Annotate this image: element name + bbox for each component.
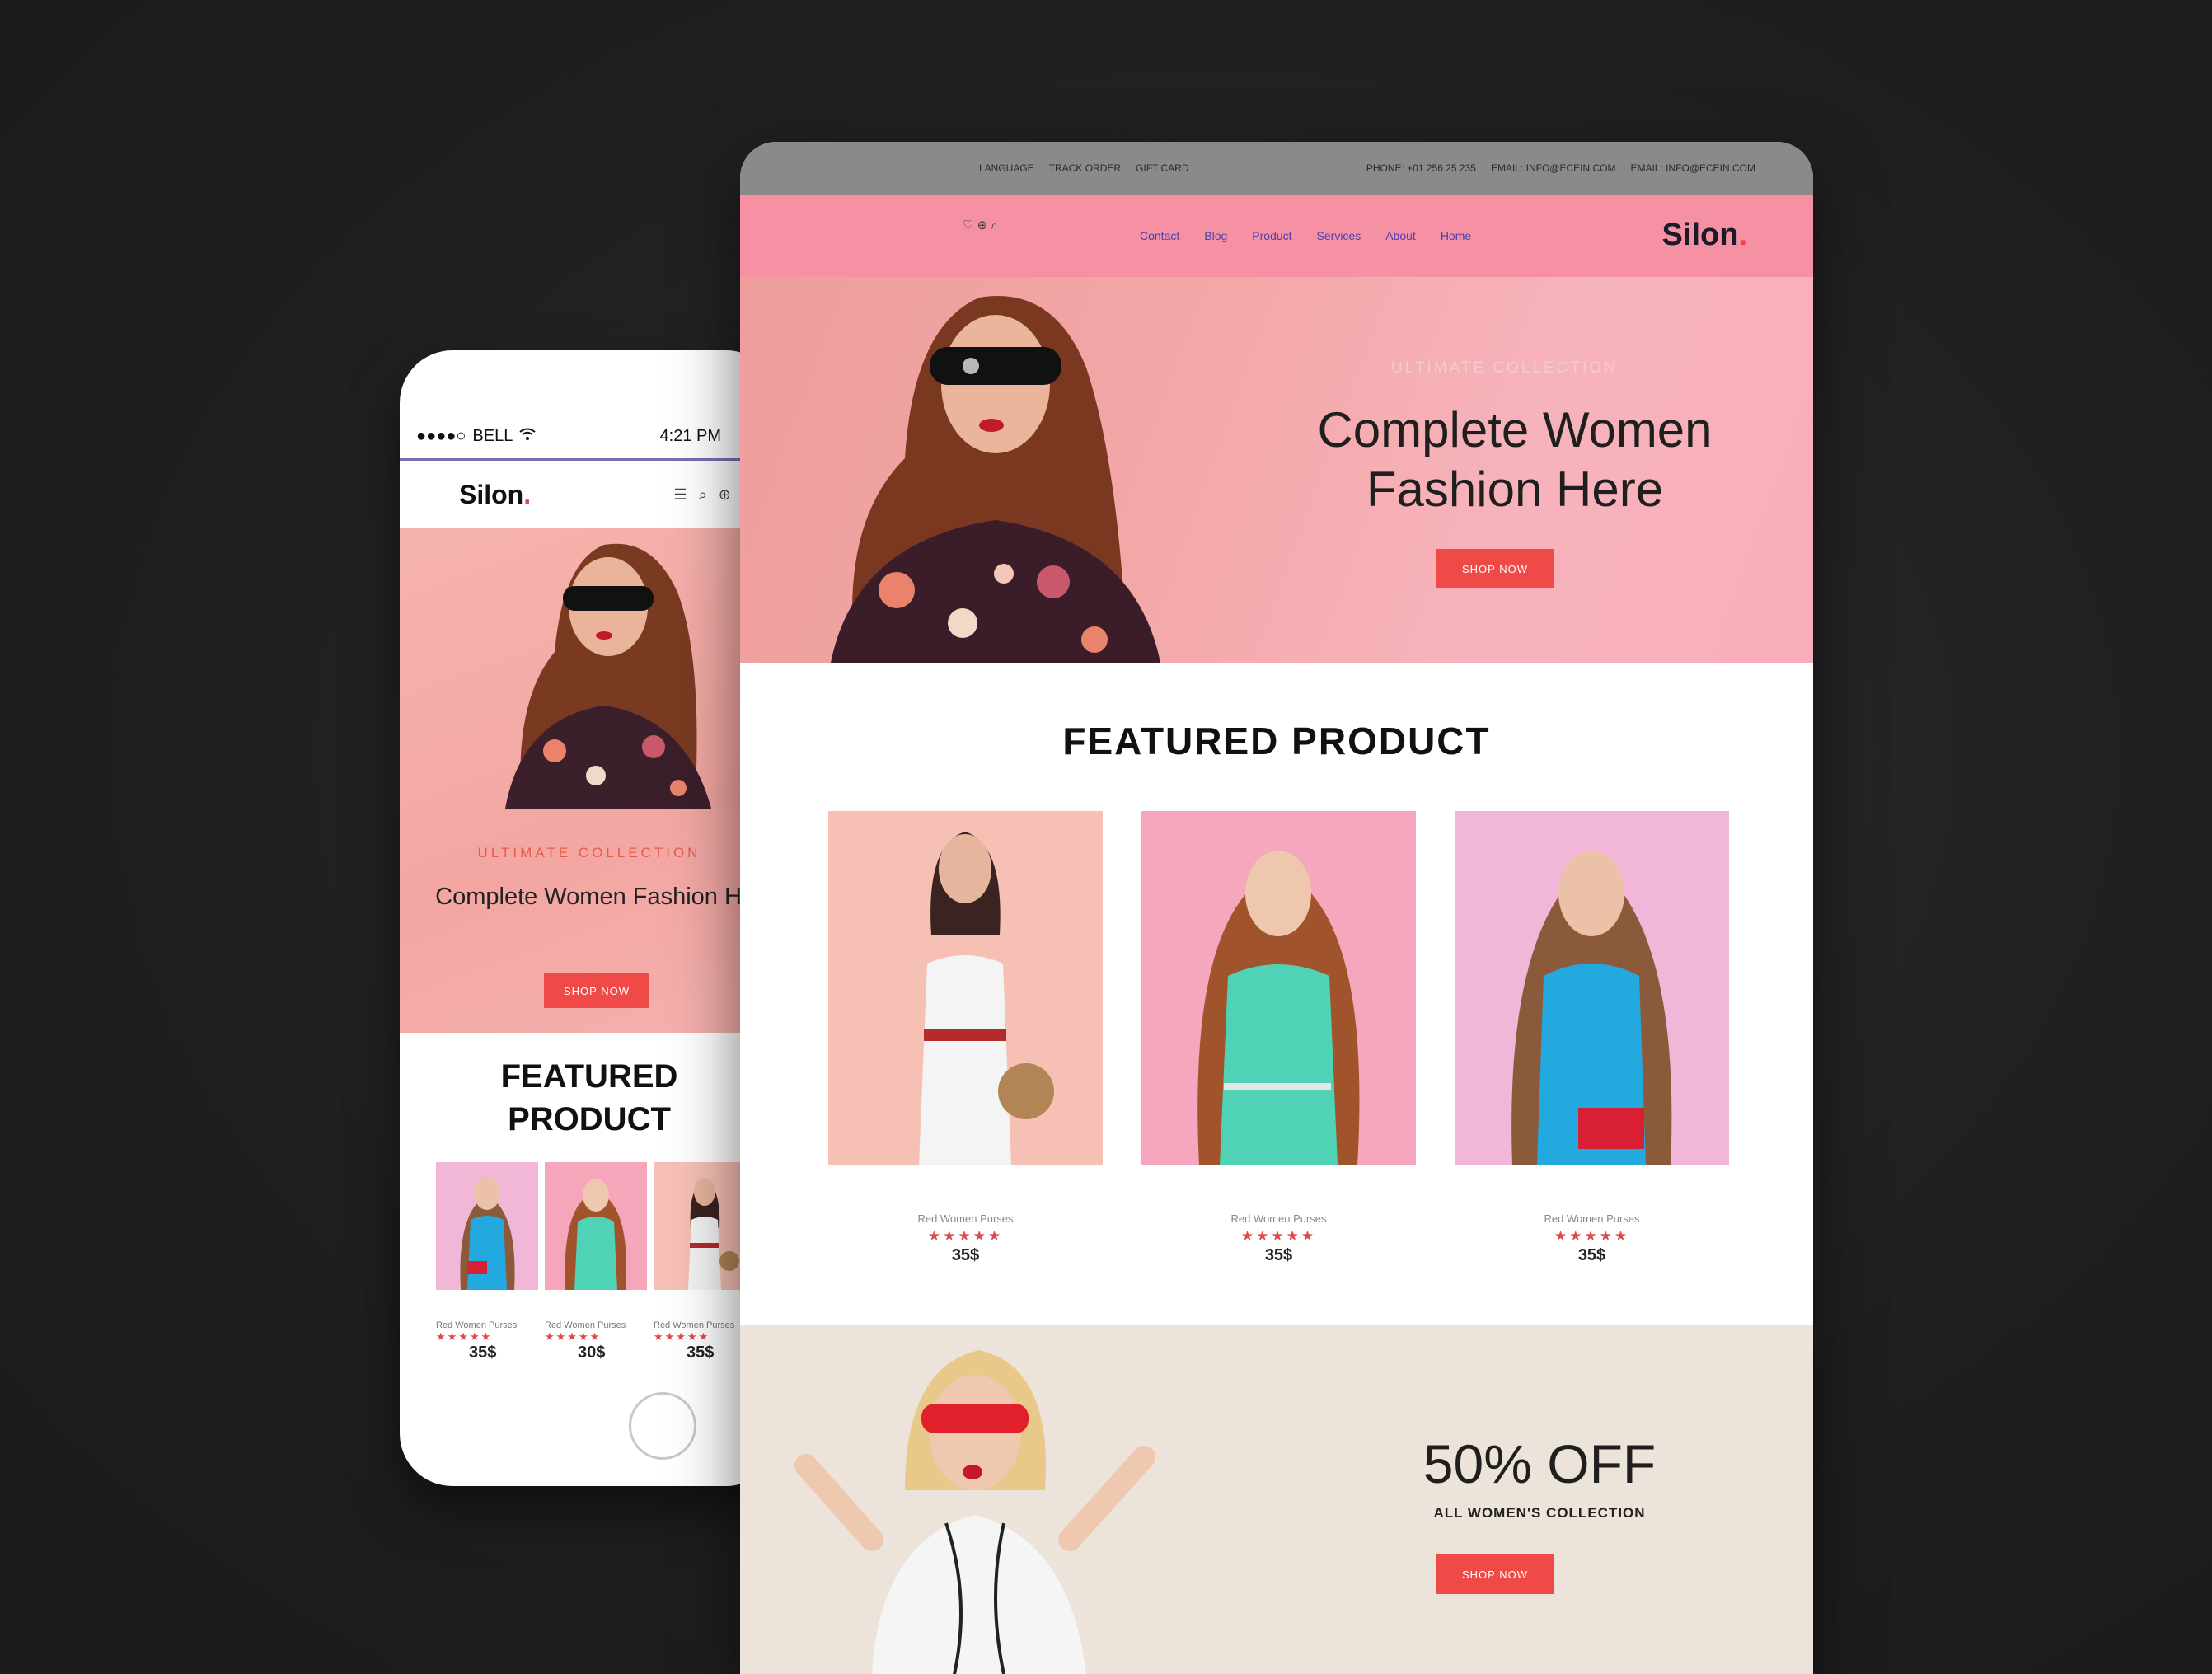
- product-image: [1141, 811, 1416, 1165]
- desktop-mockup: LANGUAGE TRACK ORDER GIFT CARD PHONE: +0…: [740, 142, 1813, 1674]
- gift-card-link[interactable]: GIFT CARD: [1136, 162, 1188, 174]
- phone-shop-now-button[interactable]: SHOP NOW: [544, 973, 649, 1008]
- track-order-link[interactable]: TRACK ORDER: [1049, 162, 1121, 174]
- promo-shop-now-button[interactable]: SHOP NOW: [1436, 1554, 1554, 1594]
- featured-title: FEATURED PRODUCT: [1062, 720, 1491, 762]
- phone-status-bar: ●●●●○ BELL 4:21 PM: [400, 415, 779, 461]
- product-card[interactable]: Red Women Purses ★★★★★ 35$: [828, 811, 1103, 1265]
- top-info-bar: LANGUAGE TRACK ORDER GIFT CARD PHONE: +0…: [740, 142, 1813, 195]
- phone-featured-title: FEATURED PRODUCT: [500, 1058, 678, 1137]
- star-rating: ★★★★★: [1554, 1228, 1630, 1244]
- wifi-icon: [519, 427, 536, 446]
- cart-icon[interactable]: ⊕: [719, 486, 731, 504]
- star-rating: ★★★★★: [436, 1330, 493, 1343]
- phone-logo-dot: .: [523, 479, 532, 509]
- product-price: 30$: [578, 1343, 606, 1362]
- phone-status-left: ●●●●○ BELL: [416, 427, 536, 446]
- hero-model-image: [505, 543, 711, 809]
- phone-number: PHONE: +01 256 25 235: [1366, 162, 1476, 174]
- product-name: Red Women Purses: [436, 1320, 518, 1330]
- product-image: [828, 811, 1103, 1165]
- product-image: [545, 1162, 647, 1290]
- phone-clock: 4:21 PM: [659, 427, 721, 445]
- phone-hero-banner: ULTIMATE COLLECTION Complete Women Fashi…: [400, 528, 779, 1033]
- hero-banner: ULTIMATE COLLECTION Complete Women Fashi…: [740, 277, 1813, 663]
- promo-title: 50% OFF: [1422, 1433, 1657, 1494]
- search-icon[interactable]: ⌕: [699, 486, 707, 504]
- phone-product-card[interactable]: Red Women Purses ★★★★★ 30$: [545, 1162, 647, 1362]
- product-image: [436, 1162, 538, 1290]
- product-price: 35$: [1264, 1246, 1293, 1264]
- hero-title: Complete Women Fashion Here: [1317, 402, 1713, 517]
- phone-mockup: ●●●●○ BELL 4:21 PM Silon. ☰ ⌕ ⊕ ♡: [400, 350, 779, 1486]
- product-grid: Red Women Purses ★★★★★ 35$ Red Women Pur…: [828, 811, 1729, 1265]
- signal-icon: ●●●●○: [416, 427, 466, 445]
- hero-model-image: [831, 296, 1160, 663]
- product-name: Red Women Purses: [1230, 1212, 1327, 1225]
- carrier-name: BELL: [472, 427, 513, 445]
- topbar-contact-info: PHONE: +01 256 25 235 EMAIL: INFO@ECEIN.…: [1366, 162, 1755, 174]
- star-rating: ★★★★★: [927, 1228, 1004, 1244]
- nav-item-home[interactable]: Home: [1441, 229, 1471, 242]
- promo-subtitle: ALL WOMEN'S COLLECTION: [1433, 1505, 1646, 1521]
- nav-item-about[interactable]: About: [1385, 229, 1416, 242]
- main-navbar: ♡ ⊕ ⌕ Contact Blog Product Services Abou…: [740, 195, 1813, 277]
- phone-product-card[interactable]: Red Women Purses ★★★★★ 35$: [436, 1162, 538, 1362]
- promo-banner: 50% OFF ALL WOMEN'S COLLECTION SHOP NOW: [740, 1325, 1813, 1674]
- logo-dot: .: [1738, 218, 1747, 252]
- product-price: 35$: [469, 1343, 497, 1362]
- phone-hero-subtitle: ULTIMATE COLLECTION: [477, 845, 701, 860]
- product-price: 35$: [1577, 1246, 1606, 1264]
- phone-home-button[interactable]: [629, 1392, 696, 1460]
- nav-icons[interactable]: ♡ ⊕ ⌕: [963, 218, 998, 232]
- hero-shop-now-button[interactable]: SHOP NOW: [1436, 549, 1554, 588]
- product-price: 35$: [951, 1246, 980, 1264]
- logo-text: Silon: [1661, 218, 1739, 252]
- menu-icon[interactable]: ☰: [674, 486, 687, 504]
- star-rating: ★★★★★: [1240, 1228, 1317, 1244]
- nav-item-contact[interactable]: Contact: [1140, 229, 1179, 242]
- nav-item-services[interactable]: Services: [1317, 229, 1361, 242]
- product-card[interactable]: Red Women Purses ★★★★★ 35$: [1141, 811, 1416, 1265]
- hero-subtitle: ULTIMATE COLLECTION: [1391, 359, 1618, 377]
- promo-model-image: [794, 1350, 1155, 1674]
- phone-hero-title: Complete Women Fashion Here: [435, 884, 776, 910]
- star-rating: ★★★★★: [545, 1330, 602, 1343]
- product-card[interactable]: Red Women Purses ★★★★★ 35$: [1455, 811, 1729, 1265]
- topbar-left-links: LANGUAGE TRACK ORDER GIFT CARD: [979, 162, 1188, 174]
- product-name: Red Women Purses: [545, 1320, 626, 1330]
- phone-logo[interactable]: Silon.: [459, 480, 531, 510]
- email-address: EMAIL: INFO@ECEIN.COM: [1630, 162, 1755, 174]
- phone-product-list: Red Women Purses ★★★★★ 35$ Red Women Pur…: [436, 1162, 779, 1362]
- nav-item-product[interactable]: Product: [1252, 229, 1291, 242]
- site-logo[interactable]: Silon.: [1662, 218, 1747, 253]
- nav-item-blog[interactable]: Blog: [1204, 229, 1227, 242]
- product-name: Red Women Purses: [917, 1212, 1014, 1225]
- phone-header: Silon. ☰ ⌕ ⊕ ♡: [400, 461, 779, 528]
- language-link[interactable]: LANGUAGE: [979, 162, 1034, 174]
- product-image: [1455, 811, 1729, 1165]
- product-name: Red Women Purses: [1544, 1212, 1640, 1225]
- nav-menu: Contact Blog Product Services About Home: [1140, 195, 1471, 277]
- phone-logo-text: Silon: [459, 479, 524, 509]
- email-address: EMAIL: INFO@ECEIN.COM: [1490, 162, 1616, 174]
